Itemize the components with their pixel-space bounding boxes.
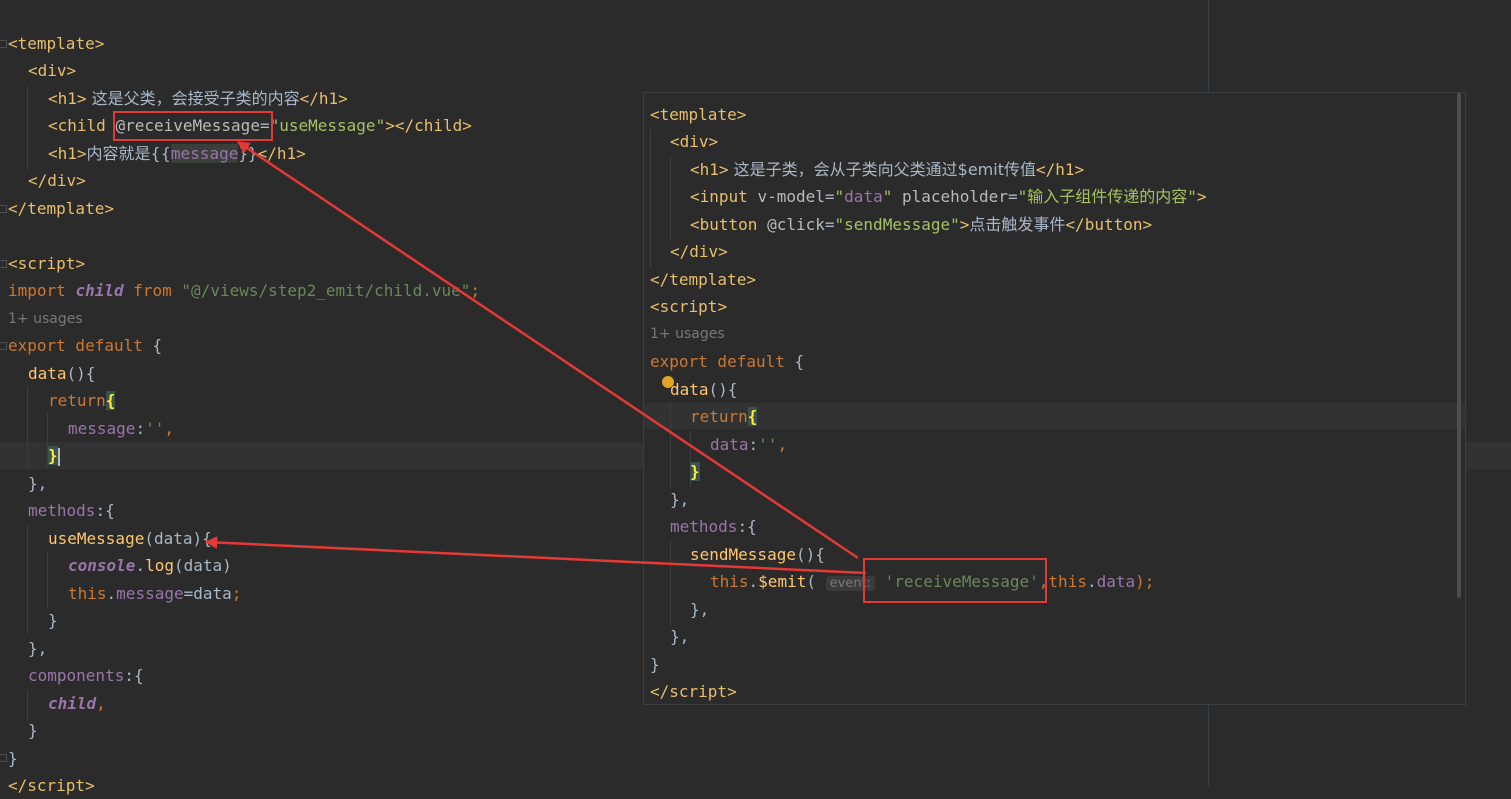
arrow-to-use-message	[204, 536, 867, 575]
arrow-to-receive-message	[236, 140, 859, 560]
annotation-arrows	[204, 140, 867, 575]
